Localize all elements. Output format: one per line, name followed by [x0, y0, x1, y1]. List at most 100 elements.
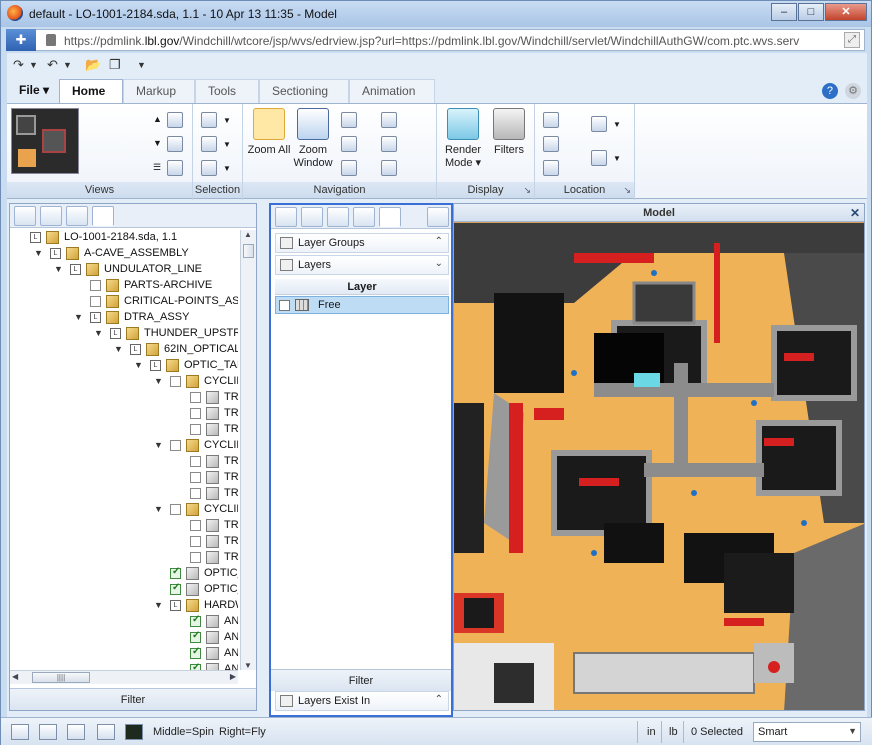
- dimension-dropdown-icon[interactable]: ▼: [613, 154, 621, 163]
- visibility-checkbox[interactable]: [190, 552, 201, 563]
- structure-tab-icon[interactable]: [14, 206, 36, 226]
- layout-single-icon[interactable]: [11, 724, 29, 740]
- layer-tab-icon-2[interactable]: [301, 207, 323, 227]
- expand-toggle-icon[interactable]: ▼: [74, 312, 84, 322]
- zoom-window-button[interactable]: Zoom Window: [291, 108, 335, 170]
- maximize-button[interactable]: □: [798, 3, 824, 21]
- visibility-checkbox[interactable]: [190, 472, 201, 483]
- visibility-checkbox[interactable]: L: [90, 312, 101, 323]
- expand-toggle-icon[interactable]: ▼: [114, 344, 124, 354]
- redo-icon[interactable]: ↷: [13, 57, 24, 73]
- close-model-icon[interactable]: ✕: [850, 204, 860, 222]
- visibility-checkbox[interactable]: L: [170, 600, 181, 611]
- structure-filter-button[interactable]: Filter: [10, 688, 256, 710]
- tree-hscroll-thumb[interactable]: ||||: [32, 672, 90, 683]
- tree-vertical-scrollbar[interactable]: ▲ ▼: [240, 230, 256, 670]
- visibility-checkbox[interactable]: [170, 440, 181, 451]
- layers-tab-icon[interactable]: [379, 207, 401, 227]
- filters-button[interactable]: Filters: [487, 108, 531, 157]
- address-bar[interactable]: ✚ https://pdmlink.lbl.gov/Windchill/wtco…: [6, 29, 865, 51]
- visibility-checkbox[interactable]: [170, 504, 181, 515]
- visibility-checkbox[interactable]: [190, 520, 201, 531]
- chevron-down-icon[interactable]: ⌄: [435, 258, 443, 269]
- pan-icon[interactable]: [341, 112, 357, 128]
- layers-exist-in-header[interactable]: Layers Exist In ⌃: [275, 691, 449, 711]
- visibility-checkbox[interactable]: L: [150, 360, 161, 371]
- layer-column-header[interactable]: Layer: [275, 279, 449, 295]
- tab-file[interactable]: File ▾: [7, 79, 62, 103]
- expand-toggle-icon[interactable]: ▼: [94, 328, 104, 338]
- expand-toggle-icon[interactable]: ▼: [54, 264, 64, 274]
- visibility-checkbox[interactable]: [190, 646, 201, 659]
- visibility-checkbox[interactable]: [170, 566, 181, 579]
- coordinate-dropdown-icon[interactable]: ▼: [613, 120, 621, 129]
- visibility-checkbox[interactable]: [90, 280, 101, 291]
- undo-dropdown-icon[interactable]: ▼: [63, 60, 72, 70]
- visibility-checkbox[interactable]: [90, 296, 101, 307]
- spin-icon[interactable]: [381, 136, 397, 152]
- tree-tab-icon[interactable]: [66, 206, 88, 226]
- select-tool-icon[interactable]: [201, 160, 217, 176]
- mass-unit[interactable]: lb: [669, 726, 678, 738]
- dimension-icon[interactable]: [591, 150, 607, 166]
- location-icon-2[interactable]: [543, 136, 559, 152]
- model-viewport[interactable]: Model ✕: [453, 203, 865, 711]
- visibility-checkbox[interactable]: [190, 392, 201, 403]
- frame-icon[interactable]: [381, 160, 397, 176]
- visibility-checkbox[interactable]: [190, 614, 201, 627]
- visibility-checkbox[interactable]: [190, 456, 201, 467]
- orbit-icon[interactable]: [381, 112, 397, 128]
- visibility-checkbox[interactable]: L: [110, 328, 121, 339]
- layer-row-free[interactable]: Free: [275, 296, 449, 314]
- visibility-checkbox[interactable]: [190, 630, 201, 643]
- expand-toggle-icon[interactable]: ▼: [154, 504, 164, 514]
- layer-tab-icon-1[interactable]: [275, 207, 297, 227]
- layer-groups-header[interactable]: Layer Groups ⌃: [275, 233, 449, 253]
- settings-icon[interactable]: ⚙: [845, 83, 861, 99]
- text-icon[interactable]: [341, 160, 357, 176]
- visibility-checkbox[interactable]: [190, 408, 201, 419]
- tool-dropdown-icon[interactable]: ▼: [223, 164, 231, 173]
- grid-view-icon[interactable]: [167, 160, 183, 176]
- model-tab-icon[interactable]: [92, 206, 114, 226]
- expand-icon[interactable]: ⤢: [844, 32, 860, 48]
- edit-tab-icon[interactable]: [40, 206, 62, 226]
- expand-toggle-icon[interactable]: ▼: [34, 248, 44, 258]
- url-text[interactable]: https://pdmlink.lbl.gov/Windchill/wtcore…: [64, 34, 842, 48]
- layout-bottom-icon[interactable]: [67, 724, 85, 740]
- layout-full-icon[interactable]: [97, 724, 115, 740]
- view-thumbnail[interactable]: [11, 108, 79, 174]
- layers-header[interactable]: Layers ⌄: [275, 255, 449, 275]
- puzzle-icon[interactable]: ✚: [6, 29, 36, 51]
- length-unit[interactable]: in: [647, 726, 656, 738]
- binoculars-icon[interactable]: [201, 112, 217, 128]
- scroll-down-icon[interactable]: ▼: [153, 138, 162, 148]
- visibility-checkbox[interactable]: [170, 376, 181, 387]
- visibility-checkbox[interactable]: L: [70, 264, 81, 275]
- fly-icon[interactable]: [341, 136, 357, 152]
- location-launcher-icon[interactable]: ↘: [623, 185, 631, 196]
- render-mode-button[interactable]: Render Mode ▾: [441, 108, 485, 170]
- more-views-icon[interactable]: ☰: [153, 162, 161, 173]
- visibility-checkbox[interactable]: L: [130, 344, 141, 355]
- visibility-checkbox[interactable]: L: [50, 248, 61, 259]
- tab-home[interactable]: Home: [59, 79, 123, 103]
- windows-icon[interactable]: ❐: [109, 57, 121, 73]
- minimize-button[interactable]: –: [771, 3, 797, 21]
- tab-animation[interactable]: Animation: [349, 79, 435, 103]
- chevron-up-icon[interactable]: ⌃: [435, 694, 443, 705]
- expand-toggle-icon[interactable]: ▼: [154, 600, 164, 610]
- visibility-checkbox[interactable]: [190, 424, 201, 435]
- zoom-all-button[interactable]: Zoom All: [247, 108, 291, 157]
- chart-icon[interactable]: [543, 160, 559, 176]
- tree-vscroll-thumb[interactable]: [243, 244, 254, 258]
- layout-split-icon[interactable]: [39, 724, 57, 740]
- tree-horizontal-scrollbar[interactable]: ◀ |||| ▶: [10, 670, 238, 684]
- close-button[interactable]: ✕: [825, 3, 867, 21]
- expand-toggle-icon[interactable]: ▼: [154, 440, 164, 450]
- customize-dropdown-icon[interactable]: ▼: [137, 60, 146, 70]
- dock-icon[interactable]: [427, 207, 449, 227]
- binoculars-dropdown-icon[interactable]: ▼: [223, 116, 231, 125]
- scroll-up-icon[interactable]: ▲: [153, 114, 162, 124]
- layer-tab-icon-3[interactable]: [327, 207, 349, 227]
